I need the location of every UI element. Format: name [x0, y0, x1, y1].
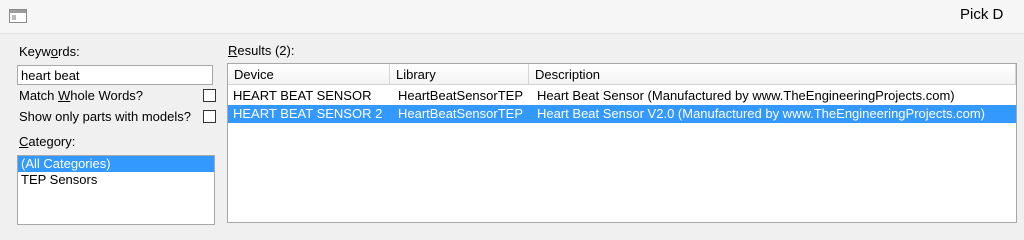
- keywords-input[interactable]: [17, 65, 213, 85]
- column-header-library[interactable]: Library: [390, 64, 529, 85]
- cell-device: HEART BEAT SENSOR: [233, 88, 372, 103]
- show-models-label: Show only parts with models?: [19, 109, 191, 124]
- column-header-description[interactable]: Description: [529, 64, 1016, 85]
- category-label: Category:: [19, 134, 76, 149]
- cell-device: HEART BEAT SENSOR 2: [233, 106, 383, 121]
- category-item-tep-sensors[interactable]: TEP Sensors: [18, 172, 214, 188]
- table-row-selected[interactable]: HEART BEAT SENSOR 2 HeartBeatSensorTEP H…: [228, 105, 1016, 123]
- cell-description: Heart Beat Sensor V2.0 (Manufactured by …: [537, 106, 985, 121]
- window-title: Pick D: [960, 6, 1004, 23]
- results-table[interactable]: Device Library Description HEART BEAT SE…: [227, 63, 1017, 223]
- results-label: Results (2):: [228, 43, 295, 58]
- cell-library: HeartBeatSensorTEP: [398, 106, 524, 121]
- keywords-label: Keywords:: [19, 44, 80, 59]
- match-whole-words-label: Match Whole Words?: [19, 88, 144, 103]
- table-row[interactable]: HEART BEAT SENSOR HeartBeatSensorTEP Hea…: [228, 87, 1016, 105]
- cell-library: HeartBeatSensorTEP: [398, 88, 524, 103]
- cell-description: Heart Beat Sensor (Manufactured by www.T…: [537, 88, 955, 103]
- column-header-device[interactable]: Device: [228, 64, 390, 85]
- window-icon[interactable]: [9, 9, 27, 23]
- category-item-all[interactable]: (All Categories): [18, 156, 214, 172]
- match-whole-words-checkbox[interactable]: [203, 89, 216, 102]
- title-bar[interactable]: Pick D: [0, 0, 1024, 34]
- category-list[interactable]: (All Categories) TEP Sensors: [17, 155, 215, 225]
- show-models-checkbox[interactable]: [203, 110, 216, 123]
